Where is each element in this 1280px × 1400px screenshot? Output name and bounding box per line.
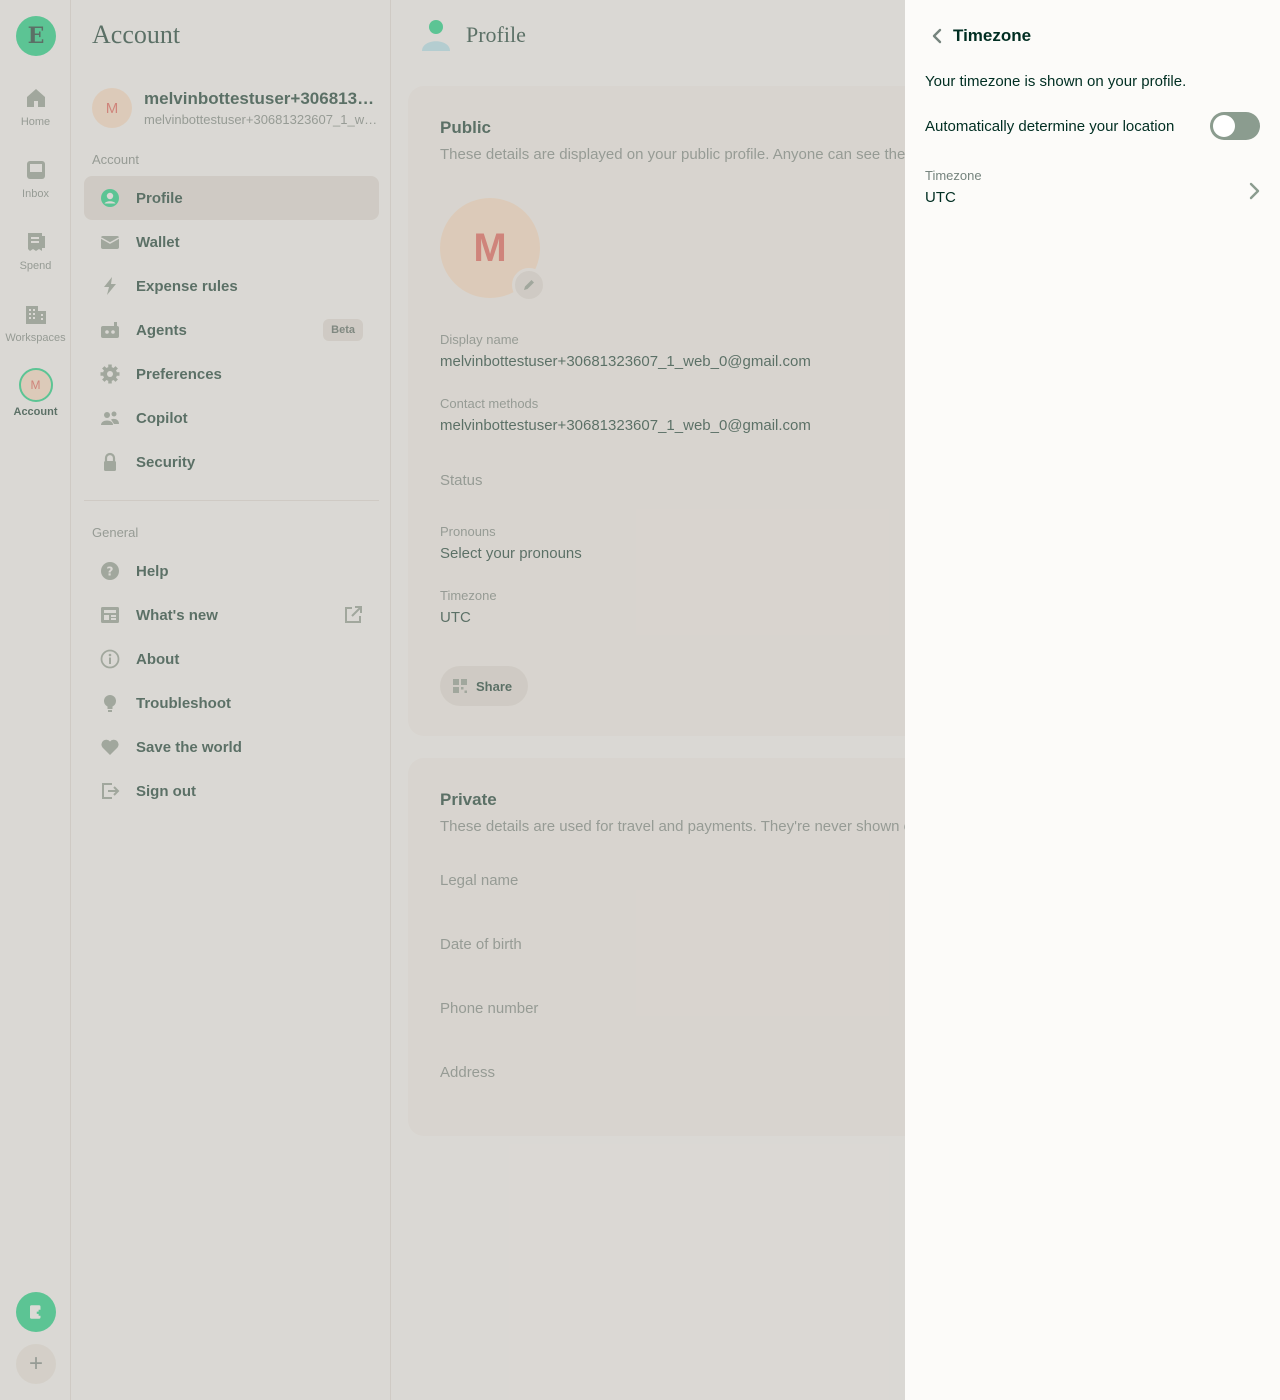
toggle-knob (1213, 115, 1235, 137)
auto-location-row: Automatically determine your location (925, 112, 1260, 140)
chevron-left-icon (932, 28, 942, 44)
panel-description: Your timezone is shown on your profile. (925, 73, 1187, 90)
auto-location-label: Automatically determine your location (925, 117, 1175, 135)
panel-title: Timezone (953, 26, 1032, 45)
auto-location-toggle[interactable] (1210, 112, 1260, 140)
timezone-selector-value: UTC (925, 189, 956, 206)
modal-backdrop-shade (0, 0, 905, 1400)
timezone-selector[interactable]: Timezone UTC (925, 168, 1260, 216)
timezone-selector-label: Timezone (925, 168, 982, 183)
back-button[interactable] (925, 20, 949, 52)
timezone-panel: Timezone Your timezone is shown on your … (905, 0, 1280, 1400)
chevron-right-icon (1248, 182, 1260, 205)
panel-header: Timezone (925, 20, 1031, 52)
